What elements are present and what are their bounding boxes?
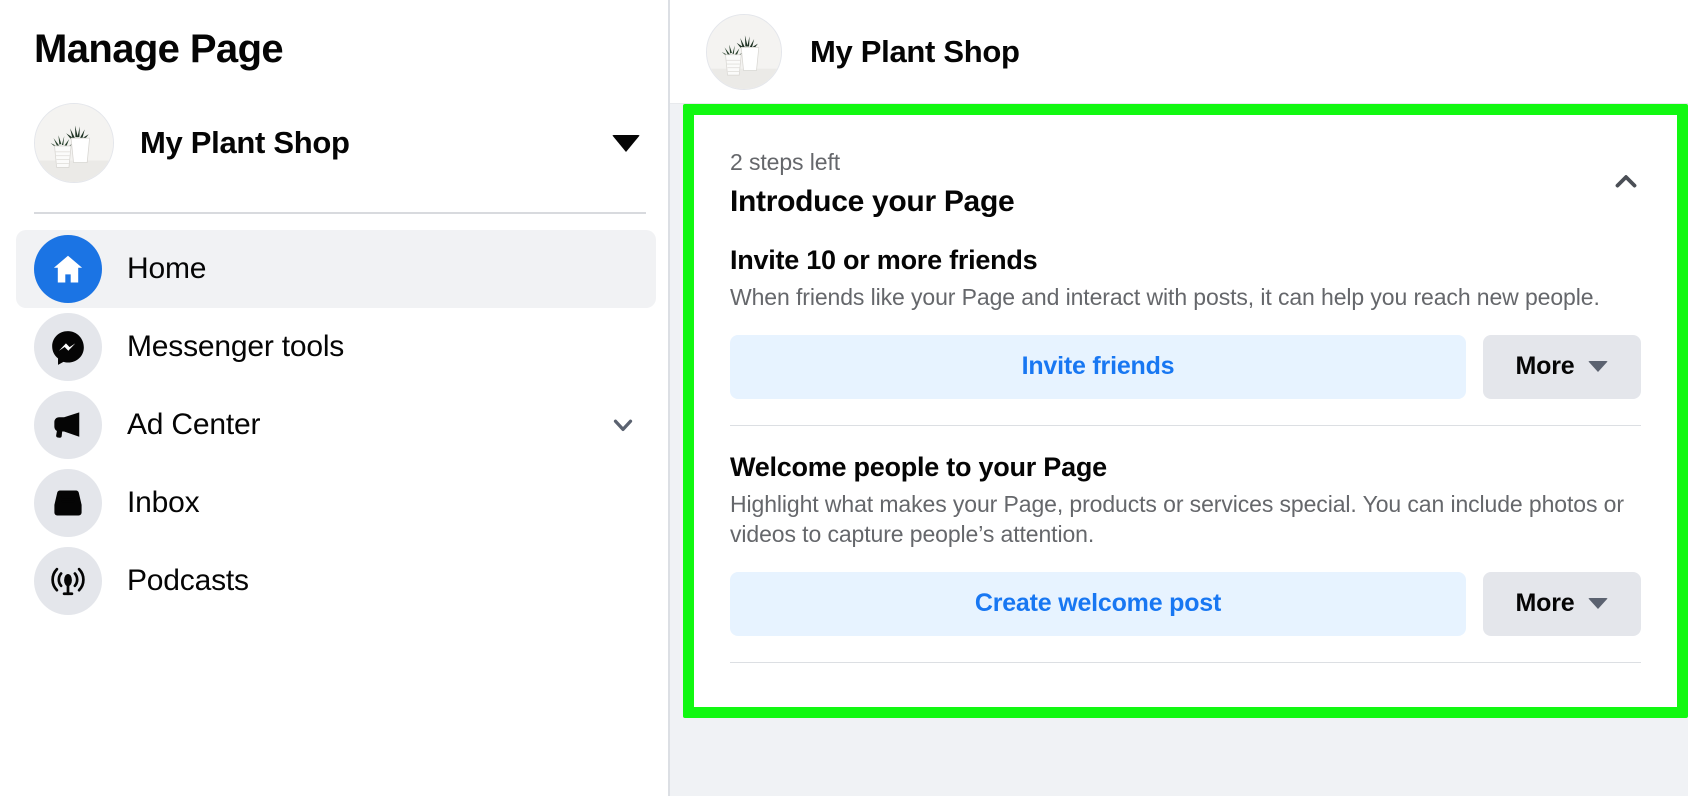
task-separator: [730, 661, 1641, 663]
more-button[interactable]: More: [1483, 334, 1641, 399]
task-description: When friends like your Page and interact…: [730, 284, 1600, 310]
card-title: Introduce your Page: [730, 185, 1015, 218]
chevron-down-icon[interactable]: [608, 410, 638, 440]
introduce-page-card: 2 steps left Introduce your Page Invite …: [694, 115, 1677, 707]
avatar: [706, 13, 782, 90]
task-actions: Create welcome post More: [730, 571, 1641, 636]
caret-down-icon: [1588, 598, 1609, 610]
sidebar-item-label: Podcasts: [127, 564, 249, 597]
task-title: Welcome people to your Page: [730, 451, 1107, 482]
page-selector[interactable]: My Plant Shop: [34, 102, 652, 184]
more-button-label: More: [1515, 589, 1575, 618]
caret-down-icon: [1588, 361, 1609, 373]
inbox-icon: [34, 469, 102, 537]
sidebar: Manage Page My Plant Shop Home Messenger…: [0, 0, 670, 796]
plant-pots-photo-icon: [35, 104, 113, 182]
sidebar-item-label: Inbox: [127, 486, 200, 519]
megaphone-icon: [34, 391, 102, 459]
sidebar-item-ad-center[interactable]: Ad Center: [16, 386, 656, 464]
page-selector-label: My Plant Shop: [140, 125, 350, 160]
sidebar-item-label: Home: [127, 252, 207, 285]
sidebar-item-podcasts[interactable]: Podcasts: [16, 542, 656, 620]
highlight-annotation: 2 steps left Introduce your Page Invite …: [683, 104, 1688, 718]
task-actions: Invite friends More: [730, 334, 1641, 399]
main-content: My Plant Shop 2 steps left Introduce you…: [670, 0, 1688, 796]
invite-friends-button[interactable]: Invite friends: [730, 334, 1466, 399]
podcast-icon: [34, 547, 102, 615]
sidebar-divider: [34, 212, 646, 214]
task-welcome-post: Welcome people to your Page Highlight wh…: [730, 426, 1641, 636]
more-button[interactable]: More: [1483, 571, 1641, 636]
create-welcome-post-button[interactable]: Create welcome post: [730, 571, 1466, 636]
sidebar-item-label: Messenger tools: [127, 330, 345, 363]
sidebar-item-messenger-tools[interactable]: Messenger tools: [16, 308, 656, 386]
caret-down-icon[interactable]: [612, 134, 640, 152]
avatar: [34, 103, 114, 183]
plant-pots-photo-icon: [707, 14, 781, 89]
page-root: Manage Page My Plant Shop Home Messenger…: [0, 0, 1688, 796]
messenger-icon: [34, 313, 102, 381]
chevron-up-icon[interactable]: [1603, 159, 1649, 205]
more-button-label: More: [1515, 352, 1575, 381]
page-title: Manage Page: [34, 27, 284, 71]
task-description: Highlight what makes your Page, products…: [730, 490, 1624, 548]
sidebar-item-inbox[interactable]: Inbox: [16, 464, 656, 542]
main-header-page-name: My Plant Shop: [810, 33, 1020, 69]
home-icon: [34, 235, 102, 303]
task-invite-friends: Invite 10 or more friends When friends l…: [730, 219, 1641, 399]
steps-left-status: 2 steps left: [730, 149, 841, 175]
main-header: My Plant Shop: [670, 0, 1688, 104]
task-title: Invite 10 or more friends: [730, 245, 1038, 275]
sidebar-item-home[interactable]: Home: [16, 230, 656, 308]
sidebar-item-label: Ad Center: [127, 408, 261, 441]
sidebar-nav: Home Messenger tools Ad Center Inbox Pod…: [16, 230, 656, 620]
